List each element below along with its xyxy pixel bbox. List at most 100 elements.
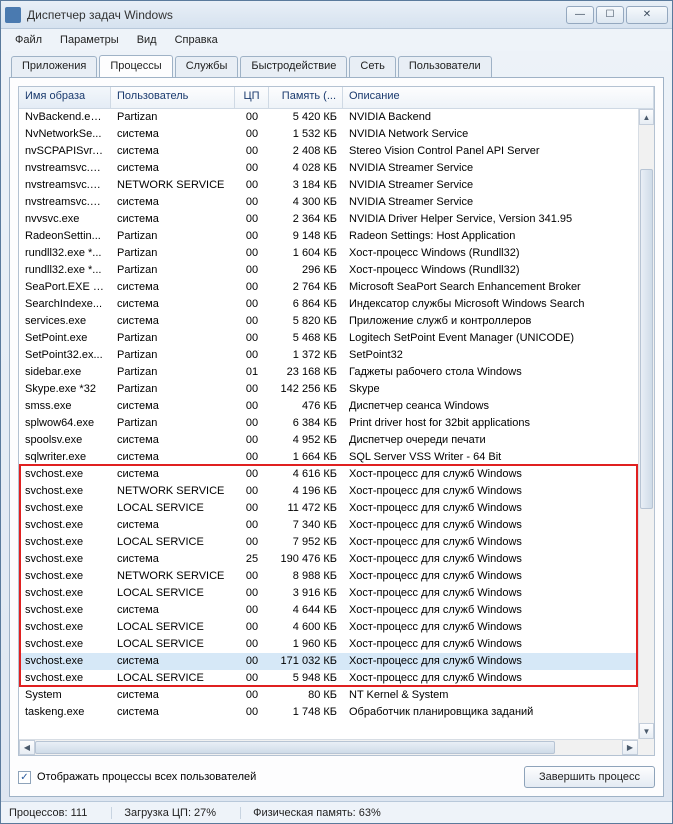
hscroll-track[interactable] — [35, 740, 622, 755]
table-row[interactable]: rundll32.exe *...Partizan00296 КБХост-пр… — [19, 262, 638, 279]
scroll-up-icon[interactable]: ▲ — [639, 109, 654, 125]
cell: Partizan — [111, 262, 235, 279]
table-row[interactable]: SetPoint.exePartizan005 468 КБLogitech S… — [19, 330, 638, 347]
table-row[interactable]: svchost.exeNETWORK SERVICE008 988 КБХост… — [19, 568, 638, 585]
cell: NT Kernel & System — [343, 687, 638, 704]
cell: 1 604 КБ — [269, 245, 343, 262]
menu-file[interactable]: Файл — [7, 32, 50, 48]
scroll-right-icon[interactable]: ▶ — [622, 740, 638, 755]
table-row[interactable]: svchost.exeLOCAL SERVICE005 948 КБХост-п… — [19, 670, 638, 687]
menu-help[interactable]: Справка — [167, 32, 226, 48]
table-row[interactable]: nvstreamsvc.e...NETWORK SERVICE003 184 К… — [19, 177, 638, 194]
table-row[interactable]: svchost.exeLOCAL SERVICE003 916 КБХост-п… — [19, 585, 638, 602]
cell: sqlwriter.exe — [19, 449, 111, 466]
cell: 142 256 КБ — [269, 381, 343, 398]
table-row[interactable]: svchost.exeсистема004 616 КБХост-процесс… — [19, 466, 638, 483]
table-row[interactable]: svchost.exeсистема004 644 КБХост-процесс… — [19, 602, 638, 619]
minimize-button[interactable]: — — [566, 6, 594, 24]
titlebar[interactable]: Диспетчер задач Windows — ☐ ✕ — [1, 1, 672, 29]
show-all-users-label[interactable]: Отображать процессы всех пользователей — [37, 771, 256, 783]
cell: система — [111, 466, 235, 483]
tab-applications[interactable]: Приложения — [11, 56, 97, 78]
menu-view[interactable]: Вид — [129, 32, 165, 48]
col-memory[interactable]: Память (... — [269, 87, 343, 108]
cell: NVIDIA Network Service — [343, 126, 638, 143]
table-row[interactable]: NvBackend.ex...Partizan005 420 КБNVIDIA … — [19, 109, 638, 126]
table-row[interactable]: svchost.exeLOCAL SERVICE001 960 КБХост-п… — [19, 636, 638, 653]
cell: 4 644 КБ — [269, 602, 343, 619]
show-all-users-checkbox[interactable]: ✓ — [18, 771, 31, 784]
cell: Хост-процесс для служб Windows — [343, 568, 638, 585]
task-manager-window: Диспетчер задач Windows — ☐ ✕ Файл Парам… — [0, 0, 673, 824]
close-button[interactable]: ✕ — [626, 6, 668, 24]
maximize-button[interactable]: ☐ — [596, 6, 624, 24]
cell: Хост-процесс для служб Windows — [343, 670, 638, 687]
table-row[interactable]: Skype.exe *32Partizan00142 256 КБSkype — [19, 381, 638, 398]
table-row[interactable]: nvstreamsvc.e...система004 028 КБNVIDIA … — [19, 160, 638, 177]
tab-networking[interactable]: Сеть — [349, 56, 395, 78]
col-cpu[interactable]: ЦП — [235, 87, 269, 108]
tab-services[interactable]: Службы — [175, 56, 239, 78]
vertical-scrollbar[interactable]: ▲ ▼ — [638, 109, 654, 739]
table-row[interactable]: nvvsvc.exeсистема002 364 КБNVIDIA Driver… — [19, 211, 638, 228]
column-headers: Имя образа Пользователь ЦП Память (... О… — [19, 87, 654, 109]
cell: 190 476 КБ — [269, 551, 343, 568]
table-row[interactable]: taskeng.exeсистема001 748 КБОбработчик п… — [19, 704, 638, 721]
scroll-down-icon[interactable]: ▼ — [639, 723, 654, 739]
table-row[interactable]: SearchIndexe...система006 864 КБИндексат… — [19, 296, 638, 313]
col-user[interactable]: Пользователь — [111, 87, 235, 108]
table-row[interactable]: nvstreamsvc.e...система004 300 КБNVIDIA … — [19, 194, 638, 211]
table-row[interactable]: svchost.exeLOCAL SERVICE004 600 КБХост-п… — [19, 619, 638, 636]
scroll-thumb[interactable] — [640, 169, 653, 509]
horizontal-scrollbar[interactable]: ◀ ▶ — [19, 739, 638, 755]
app-icon — [5, 7, 21, 23]
cell: 9 148 КБ — [269, 228, 343, 245]
cell: 00 — [235, 109, 269, 126]
table-row[interactable]: Systemсистема0080 КБNT Kernel & System — [19, 687, 638, 704]
cell: svchost.exe — [19, 466, 111, 483]
cell: 296 КБ — [269, 262, 343, 279]
table-row[interactable]: rundll32.exe *...Partizan001 604 КБХост-… — [19, 245, 638, 262]
cell: 6 864 КБ — [269, 296, 343, 313]
table-row[interactable]: svchost.exeсистема25190 476 КБХост-проце… — [19, 551, 638, 568]
menu-options[interactable]: Параметры — [52, 32, 127, 48]
cell: NVIDIA Streamer Service — [343, 177, 638, 194]
table-row[interactable]: nvSCPAPISvr.e...система002 408 КБStereo … — [19, 143, 638, 160]
cell: система — [111, 653, 235, 670]
table-row[interactable]: svchost.exeLOCAL SERVICE007 952 КБХост-п… — [19, 534, 638, 551]
table-row[interactable]: svchost.exeNETWORK SERVICE004 196 КБХост… — [19, 483, 638, 500]
cell: система — [111, 143, 235, 160]
table-row[interactable]: SetPoint32.ex...Partizan001 372 КБSetPoi… — [19, 347, 638, 364]
table-row[interactable]: sqlwriter.exeсистема001 664 КБSQL Server… — [19, 449, 638, 466]
table-row[interactable]: spoolsv.exeсистема004 952 КБДиспетчер оч… — [19, 432, 638, 449]
table-row[interactable]: services.exeсистема005 820 КБПриложение … — [19, 313, 638, 330]
tab-processes[interactable]: Процессы — [99, 55, 172, 77]
scroll-left-icon[interactable]: ◀ — [19, 740, 35, 755]
cell: nvstreamsvc.e... — [19, 160, 111, 177]
cell: 00 — [235, 398, 269, 415]
client-area: Приложения Процессы Службы Быстродействи… — [9, 55, 664, 797]
cell: nvstreamsvc.e... — [19, 177, 111, 194]
hscroll-thumb[interactable] — [35, 741, 555, 754]
process-list[interactable]: Имя образа Пользователь ЦП Память (... О… — [18, 86, 655, 756]
tab-users[interactable]: Пользователи — [398, 56, 492, 78]
cell: 00 — [235, 211, 269, 228]
cell: svchost.exe — [19, 568, 111, 585]
status-processes: Процессов: 111 — [9, 807, 112, 819]
cell: Хост-процесс для служб Windows — [343, 653, 638, 670]
table-row[interactable]: splwow64.exePartizan006 384 КБPrint driv… — [19, 415, 638, 432]
table-row[interactable]: svchost.exeсистема007 340 КБХост-процесс… — [19, 517, 638, 534]
tab-performance[interactable]: Быстродействие — [240, 56, 347, 78]
cell: 00 — [235, 126, 269, 143]
table-row[interactable]: NvNetworkSe...система001 532 КБNVIDIA Ne… — [19, 126, 638, 143]
end-process-button[interactable]: Завершить процесс — [524, 766, 655, 788]
table-row[interactable]: SeaPort.EXE *32система002 764 КБMicrosof… — [19, 279, 638, 296]
col-description[interactable]: Описание — [343, 87, 654, 108]
col-image-name[interactable]: Имя образа — [19, 87, 111, 108]
cell: 80 КБ — [269, 687, 343, 704]
table-row[interactable]: svchost.exeLOCAL SERVICE0011 472 КБХост-… — [19, 500, 638, 517]
table-row[interactable]: sidebar.exePartizan0123 168 КБГаджеты ра… — [19, 364, 638, 381]
table-row[interactable]: RadeonSettin...Partizan009 148 КБRadeon … — [19, 228, 638, 245]
table-row[interactable]: smss.exeсистема00476 КБДиспетчер сеанса … — [19, 398, 638, 415]
table-row[interactable]: svchost.exeсистема00171 032 КБХост-проце… — [19, 653, 638, 670]
